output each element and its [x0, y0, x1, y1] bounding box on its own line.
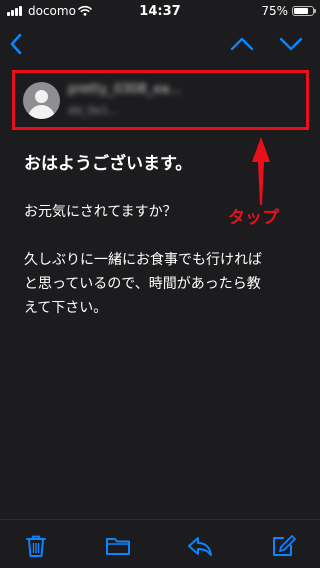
message-body-line: 久しぶりに一緒にお食事でも行ければ — [24, 252, 262, 268]
nav-bar — [0, 22, 320, 66]
chevron-up-icon[interactable] — [230, 32, 254, 56]
up-arrow-annotation-icon — [252, 137, 270, 205]
avatar — [23, 82, 60, 119]
bottom-toolbar — [0, 519, 320, 568]
message-greeting: お元気にされてますか？ — [24, 204, 177, 220]
avatar-body-shape — [28, 105, 55, 119]
trash-icon[interactable] — [23, 534, 49, 558]
folder-icon[interactable] — [105, 534, 131, 558]
sender-header[interactable]: pretty_0308_ea... dd_0e1... — [12, 70, 309, 130]
battery-level — [294, 8, 308, 14]
status-bar: docomo 14:37 75% — [0, 0, 320, 22]
compose-icon[interactable] — [271, 534, 297, 558]
message-body-line: と思っているので、時間があったら教 — [24, 276, 261, 292]
chevron-left-icon[interactable] — [5, 32, 29, 56]
avatar-head-shape — [35, 90, 48, 103]
battery-icon — [292, 6, 316, 16]
sender-name: pretty_0308_ea... — [68, 82, 182, 97]
chevron-down-icon[interactable] — [279, 32, 303, 56]
message-body-line: えて下さい。 — [24, 300, 108, 316]
mail-message-screen: docomo 14:37 75% pretty_0308_ea... dd_0e… — [0, 0, 320, 568]
tap-annotation-label: タップ — [228, 208, 279, 228]
sender-address: dd_0e1... — [68, 104, 119, 117]
reply-icon[interactable] — [187, 534, 213, 558]
message-body: 久しぶりに一緒にお食事でも行ければ と思っているので、時間があったら教 えて下さ… — [24, 248, 314, 320]
battery-percent: 75% — [261, 4, 288, 18]
message-subject: おはようございます。 — [24, 154, 193, 174]
